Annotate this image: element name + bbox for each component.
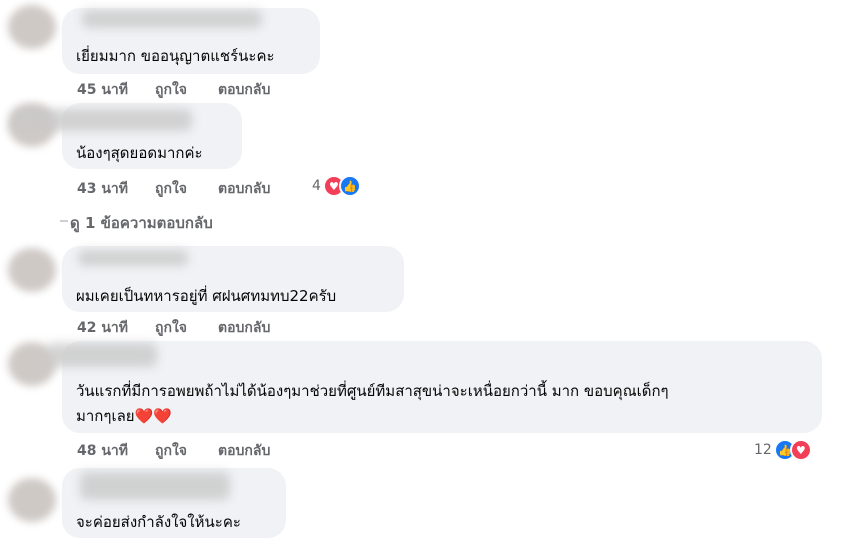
- commenter-name-blurred[interactable]: [82, 10, 262, 28]
- reaction-count: 4: [312, 178, 321, 194]
- heart-icon: ♥: [789, 439, 812, 461]
- reply-thread-line: [60, 220, 68, 222]
- reaction-summary[interactable]: 4 ♥ 👍: [312, 175, 361, 197]
- commenter-name-blurred[interactable]: [80, 472, 230, 500]
- comment-bubble: น้องๆสุดยอดมากค่ะ: [12, 103, 242, 169]
- comment-bubble: ผมเคยเป็นทหารอยู่ที่ ศฝนศทมทบ22ครับ: [62, 246, 404, 312]
- avatar[interactable]: [8, 478, 56, 522]
- avatar[interactable]: [8, 248, 56, 292]
- like-icon: 👍: [338, 175, 361, 197]
- comment-text: เยี่ยมมาก ขออนุญาตแชร์นะคะ: [76, 47, 275, 65]
- comment-text: น้องๆสุดยอดมากค่ะ: [76, 144, 203, 162]
- reply-button[interactable]: ตอบกลับ: [218, 317, 270, 339]
- commenter-name-blurred[interactable]: [12, 109, 192, 131]
- comment-text-line1: วันแรกที่มีการอพยพถ้าไม่ได้น้องๆมาช่วยที…: [76, 382, 669, 400]
- like-button[interactable]: ถูกใจ: [155, 79, 187, 101]
- avatar[interactable]: [8, 5, 56, 49]
- comment-bubble: จะค่อยส่งกำลังใจให้นะคะ: [62, 468, 286, 538]
- comment-time[interactable]: 48 นาที: [77, 440, 128, 462]
- reply-button[interactable]: ตอบกลับ: [218, 178, 270, 200]
- comment-text-line2: มากๆเลย❤️❤️: [76, 407, 172, 425]
- like-button[interactable]: ถูกใจ: [155, 317, 187, 339]
- comment-time[interactable]: 45 นาที: [77, 79, 128, 101]
- reply-button[interactable]: ตอบกลับ: [218, 79, 270, 101]
- comment-time[interactable]: 42 นาที: [77, 317, 128, 339]
- reaction-count: 12: [754, 442, 772, 458]
- reaction-summary[interactable]: 12 👍 ♥: [754, 439, 812, 461]
- reply-button[interactable]: ตอบกลับ: [218, 440, 270, 462]
- like-button[interactable]: ถูกใจ: [155, 178, 187, 200]
- comment-text: จะค่อยส่งกำลังใจให้นะคะ: [76, 513, 241, 531]
- comment-bubble: วันแรกที่มีการอพยพถ้าไม่ได้น้องๆมาช่วยที…: [47, 341, 822, 433]
- comment-bubble: เยี่ยมมาก ขออนุญาตแชร์นะคะ: [62, 8, 320, 74]
- comment-time[interactable]: 43 นาที: [77, 178, 128, 200]
- commenter-name-blurred[interactable]: [78, 250, 188, 266]
- comment-text: ผมเคยเป็นทหารอยู่ที่ ศฝนศทมทบ22ครับ: [76, 287, 337, 305]
- view-replies-link[interactable]: ดู 1 ข้อความตอบกลับ: [70, 211, 213, 235]
- like-button[interactable]: ถูกใจ: [155, 440, 187, 462]
- commenter-name-blurred[interactable]: [47, 343, 157, 367]
